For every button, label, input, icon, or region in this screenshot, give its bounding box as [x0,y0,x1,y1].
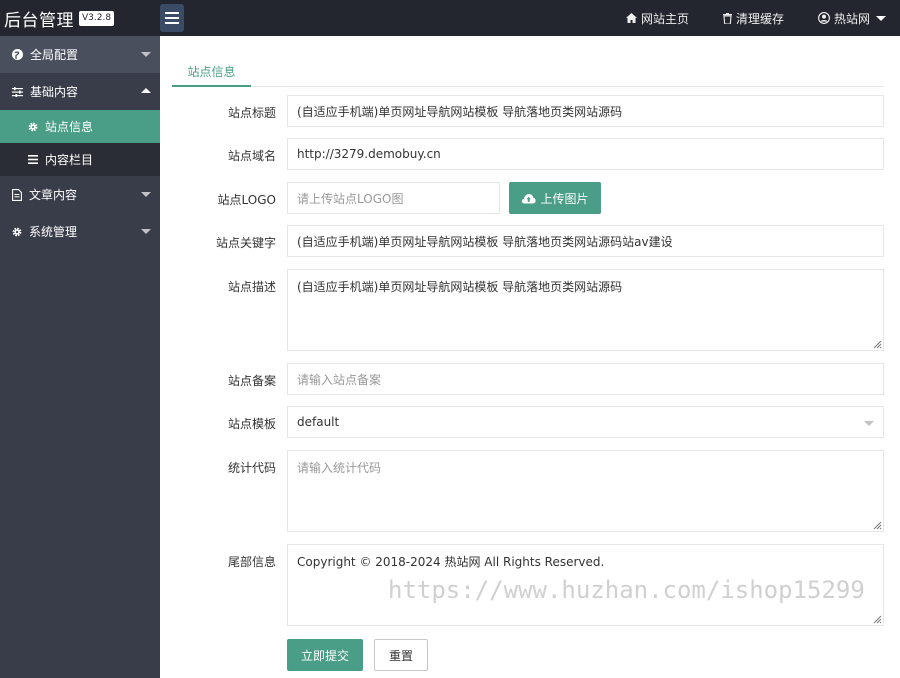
chevron-down-icon [864,421,874,426]
cloud-upload-icon [522,193,537,203]
field-label: 站点域名 [227,149,276,163]
chevron-down-icon [141,192,151,197]
sidebar-item-global-config[interactable]: 全局配置 [0,36,160,73]
menu-toggle-button[interactable] [160,4,184,32]
nav-clear-cache-link[interactable]: 清理缓存 [722,10,784,27]
stats-code-textarea[interactable]: 请输入统计代码 [287,450,884,532]
sidebar-item-label: 文章内容 [29,188,78,202]
chevron-down-icon [876,15,886,21]
user-menu[interactable]: 热站网 [818,10,886,27]
sidebar-item-label: 基础内容 [30,85,79,99]
site-template-value: default [297,415,340,429]
list-icon [28,155,38,164]
globe-icon [12,49,23,60]
sidebar-item-label: 全局配置 [30,48,79,62]
user-name: 热站网 [833,11,870,26]
site-title-input[interactable]: (自适应手机端)单页网址导航网站模板 导航落地页类网站源码 [287,95,884,127]
site-domain-input[interactable]: http://3279.demobuy.cn [287,138,884,170]
tab-site-info[interactable]: 站点信息 [172,58,251,87]
brand: 后台管理 V3.2.8 [4,0,115,36]
trash-icon [722,12,732,24]
submit-button[interactable]: 立即提交 [287,639,363,671]
top-nav: 网站主页 清理缓存 热站网 [625,0,900,36]
form-row-logo: 站点LOGO 请上传站点LOGO图 上传图片 [160,182,900,214]
chevron-up-icon [141,88,151,93]
form-row-stats: 统计代码 请输入统计代码 [160,450,900,532]
sidebar-item-articles[interactable]: 文章内容 [0,176,160,213]
sidebar-subitem-site-info[interactable]: 站点信息 [0,110,160,143]
stats-code-placeholder: 请输入统计代码 [297,461,382,475]
field-label: 站点备案 [227,374,276,388]
sidebar-subitem-label: 站点信息 [45,120,94,134]
form-row-keywords: 站点关键字 (自适应手机端)单页网址导航网站模板 导航落地页类网站源码站av建设 [160,225,900,257]
nav-home-link[interactable]: 网站主页 [625,10,689,27]
field-label: 站点模板 [227,417,276,431]
nav-home-label: 网站主页 [640,11,689,26]
user-icon [818,12,830,24]
upload-button-label: 上传图片 [540,191,589,206]
field-label: 站点标题 [227,106,276,120]
field-label: 站点描述 [227,280,276,294]
file-icon [12,188,22,201]
form-row-icp: 站点备案 请输入站点备案 [160,363,900,395]
hamburger-icon [165,12,179,24]
sidebar-subitem-content-columns[interactable]: 内容栏目 [0,143,160,176]
form-row-description: 站点描述 (自适应手机端)单页网址导航网站模板 导航落地页类网站源码 [160,269,900,351]
resize-grip-icon[interactable] [872,614,882,624]
form-row-domain: 站点域名 http://3279.demobuy.cn [160,138,900,170]
chevron-down-icon [141,229,151,234]
version-badge: V3.2.8 [79,10,115,26]
home-icon [625,13,637,23]
field-label: 站点LOGO [217,193,276,207]
sidebar-item-basic-content[interactable]: 基础内容 [0,73,160,110]
reset-button[interactable]: 重置 [374,639,428,671]
brand-title: 后台管理 [4,10,74,31]
field-label: 站点关键字 [215,236,276,250]
sidebar: 全局配置 基础内容 站点信息 内容栏目 文章内容 系统管理 [0,36,160,678]
site-keywords-input[interactable]: (自适应手机端)单页网址导航网站模板 导航落地页类网站源码站av建设 [287,225,884,257]
form-row-template: 站点模板 default [160,406,900,438]
field-label: 尾部信息 [227,555,276,569]
sidebar-submenu: 站点信息 内容栏目 [0,110,160,176]
sidebar-subitem-label: 内容栏目 [45,153,94,167]
sidebar-item-label: 系统管理 [29,225,78,239]
top-header: 后台管理 V3.2.8 网站主页 清理缓存 热站网 [0,0,900,36]
tab-bar: 站点信息 [172,58,884,87]
site-description-text: (自适应手机端)单页网址导航网站模板 导航落地页类网站源码 [297,280,623,294]
nav-clear-cache-label: 清理缓存 [735,11,784,26]
chevron-down-icon [141,52,151,57]
site-description-textarea[interactable]: (自适应手机端)单页网址导航网站模板 导航落地页类网站源码 [287,269,884,351]
sliders-icon [12,86,23,97]
resize-grip-icon[interactable] [872,339,882,349]
site-logo-input[interactable]: 请上传站点LOGO图 [287,182,500,214]
gear-icon [28,122,38,131]
site-icp-input[interactable]: 请输入站点备案 [287,363,884,395]
gear-icon [12,227,22,236]
form-row-title: 站点标题 (自适应手机端)单页网址导航网站模板 导航落地页类网站源码 [160,95,900,127]
footer-info-text: Copyright © 2018-2024 热站网 All Rights Res… [297,555,605,569]
field-label: 统计代码 [227,461,276,475]
watermark-text: https://www.huzhan.com/ishop15299 [388,576,865,604]
resize-grip-icon[interactable] [872,520,882,530]
site-template-select[interactable]: default [287,406,884,438]
upload-image-button[interactable]: 上传图片 [509,182,601,214]
sidebar-item-system[interactable]: 系统管理 [0,213,160,250]
